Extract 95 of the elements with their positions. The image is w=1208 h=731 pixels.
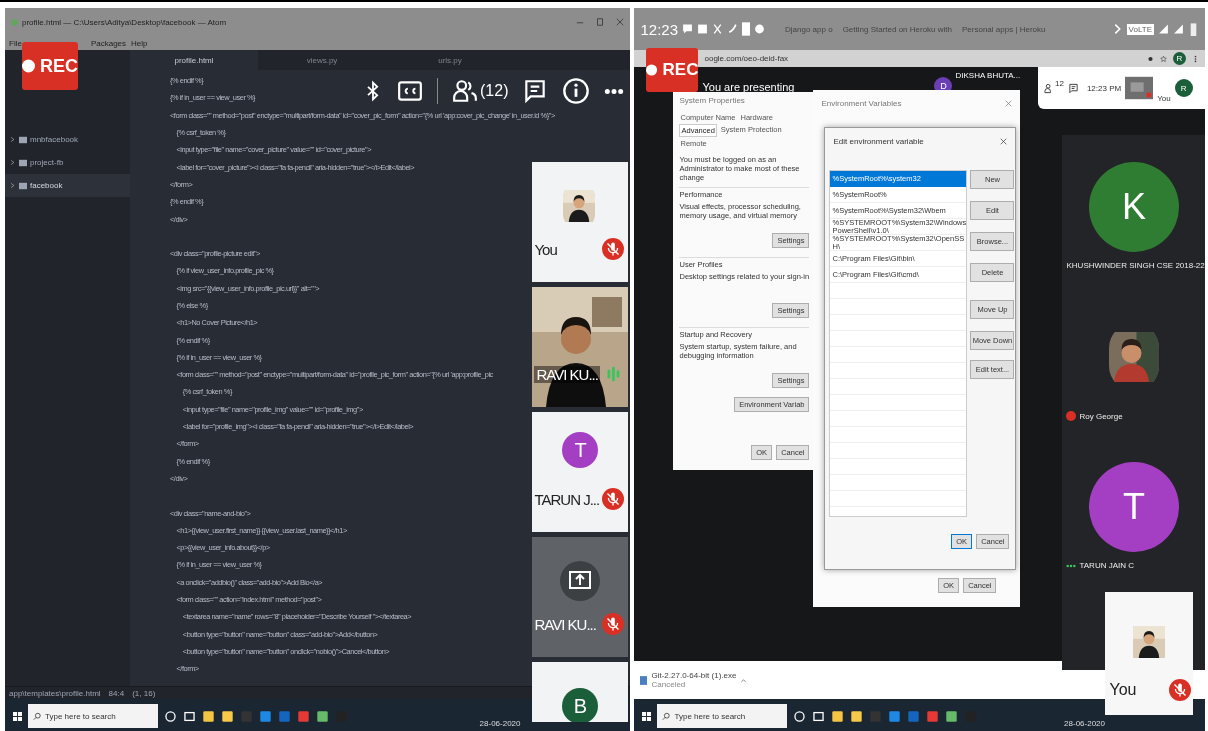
dialog-title: Environment Variables <box>821 98 902 108</box>
close-icon[interactable] <box>1000 137 1008 145</box>
cortana-icon[interactable] <box>793 709 807 723</box>
people-icon[interactable] <box>452 78 478 104</box>
avatar: B <box>562 688 599 722</box>
info-icon[interactable] <box>562 77 591 105</box>
participant-name: Roy George <box>1079 411 1123 421</box>
participant-name: RAVI KU... <box>534 616 596 633</box>
presenting-icon <box>560 561 601 601</box>
avatar: T <box>1089 462 1179 552</box>
editor-tab[interactable]: profile.html <box>130 50 258 70</box>
avatar: R <box>1174 79 1193 97</box>
recording-badge: REC <box>22 42 78 90</box>
app-icon <box>11 18 18 26</box>
chat-icon[interactable] <box>1067 82 1079 94</box>
battery-icon <box>1188 22 1199 36</box>
chevron-icon <box>9 182 16 189</box>
star-icon[interactable] <box>1160 54 1167 63</box>
app-icon[interactable] <box>850 709 864 723</box>
participant-count: (12) <box>480 82 509 100</box>
close-icon[interactable] <box>616 18 625 26</box>
participant-name: You <box>534 241 557 258</box>
close-icon[interactable] <box>1005 99 1013 107</box>
participant-count: 12 <box>1055 79 1064 88</box>
profile-avatar[interactable]: R <box>1173 52 1186 65</box>
search-field[interactable]: Type here to search <box>657 704 788 728</box>
window-title: profile.html — C:\Users\Aditya\Desktop\facebook — Atom <box>22 17 228 27</box>
tree-item[interactable]: mnbfacebook <box>5 128 130 151</box>
menu-item[interactable]: Help <box>131 38 148 48</box>
avatar-icon <box>1066 411 1077 421</box>
taskbar-date: 28-06-2020 <box>479 718 521 728</box>
menu-item[interactable]: File <box>9 38 22 48</box>
folder-icon <box>19 181 27 190</box>
participant-name: KHUSHWINDER SINGH CSE 2018-22 <box>1066 261 1205 270</box>
signal-icon <box>1173 22 1184 36</box>
menu-icon[interactable] <box>1192 54 1199 63</box>
folder-icon <box>19 135 27 144</box>
windows-icon[interactable] <box>642 711 652 721</box>
dialog-title: Edit environment variable <box>833 136 924 146</box>
search-field[interactable]: Type here to search <box>28 704 158 728</box>
app-icon <box>742 20 751 38</box>
file-path: app\templates\profile.html <box>9 688 101 698</box>
editor-tab[interactable]: views.py <box>258 50 386 70</box>
avatar: T <box>562 432 599 468</box>
menu-item[interactable]: Packages <box>90 38 127 48</box>
participant-name: You <box>1109 681 1137 699</box>
cursor-position: 84:4 <box>108 688 125 698</box>
search-icon <box>662 711 671 721</box>
editor-tab[interactable]: urls.py <box>386 50 514 70</box>
task-view-icon[interactable] <box>812 709 826 723</box>
chevron-icon <box>9 136 16 143</box>
phone-time: 12:23 <box>640 20 679 38</box>
app-icon[interactable] <box>945 709 959 723</box>
cortana-icon[interactable] <box>164 709 177 723</box>
participant-tile[interactable]: T TARUN J... <box>532 412 629 532</box>
signal-icon <box>1158 22 1169 36</box>
audio-dots-icon <box>1066 563 1077 568</box>
app-icon[interactable] <box>316 709 329 723</box>
selection-count: (1, 16) <box>132 688 156 698</box>
captions-icon[interactable] <box>397 78 423 104</box>
self-label: You <box>1157 94 1171 103</box>
participant-tile[interactable]: You <box>532 162 629 282</box>
taskbar-date: 28-06-2020 <box>1064 718 1105 728</box>
search-icon <box>33 711 41 721</box>
app-icon[interactable] <box>888 709 902 723</box>
tree-item[interactable]: project-fb <box>5 151 130 174</box>
presenter-name: DIKSHA BHUTA... <box>955 71 1021 80</box>
dialog-title: System Properties <box>679 96 746 107</box>
app-icon[interactable] <box>259 709 272 723</box>
app-icon[interactable] <box>831 709 845 723</box>
participant-tile[interactable]: B <box>532 662 629 722</box>
download-status: Canceled <box>651 680 687 689</box>
volte-badge: VoLTE <box>1126 23 1154 35</box>
meeting-clock: 12:23 PM <box>1086 83 1122 93</box>
presenting-label: You are presenting <box>702 81 795 93</box>
app-icon <box>697 22 709 36</box>
chevron-icon <box>9 159 16 166</box>
windows-icon[interactable] <box>13 711 22 721</box>
participant-name: RAVI KU... <box>534 366 600 383</box>
maximize-icon[interactable] <box>596 18 605 26</box>
app-icon[interactable] <box>202 709 215 723</box>
app-icon[interactable] <box>221 709 234 723</box>
participant-tile[interactable]: RAVI KU... <box>532 287 629 407</box>
address-bar[interactable]: oogle.com/oeo-deid-fax <box>704 54 789 63</box>
download-file[interactable]: Git-2.27.0-64-bit (1).exe <box>651 671 737 680</box>
recording-badge: REC <box>646 48 699 92</box>
participant-name: TARUN J... <box>534 491 600 508</box>
participant-tile[interactable]: RAVI KU... <box>532 537 629 657</box>
participant-name: TARUN JAIN C <box>1079 561 1134 570</box>
folder-icon <box>19 158 27 167</box>
file-icon <box>640 675 648 685</box>
avatar: K <box>1089 162 1179 252</box>
more-icon[interactable] <box>604 87 625 95</box>
task-view-icon[interactable] <box>183 709 196 723</box>
tree-item[interactable]: facebook <box>5 174 130 197</box>
